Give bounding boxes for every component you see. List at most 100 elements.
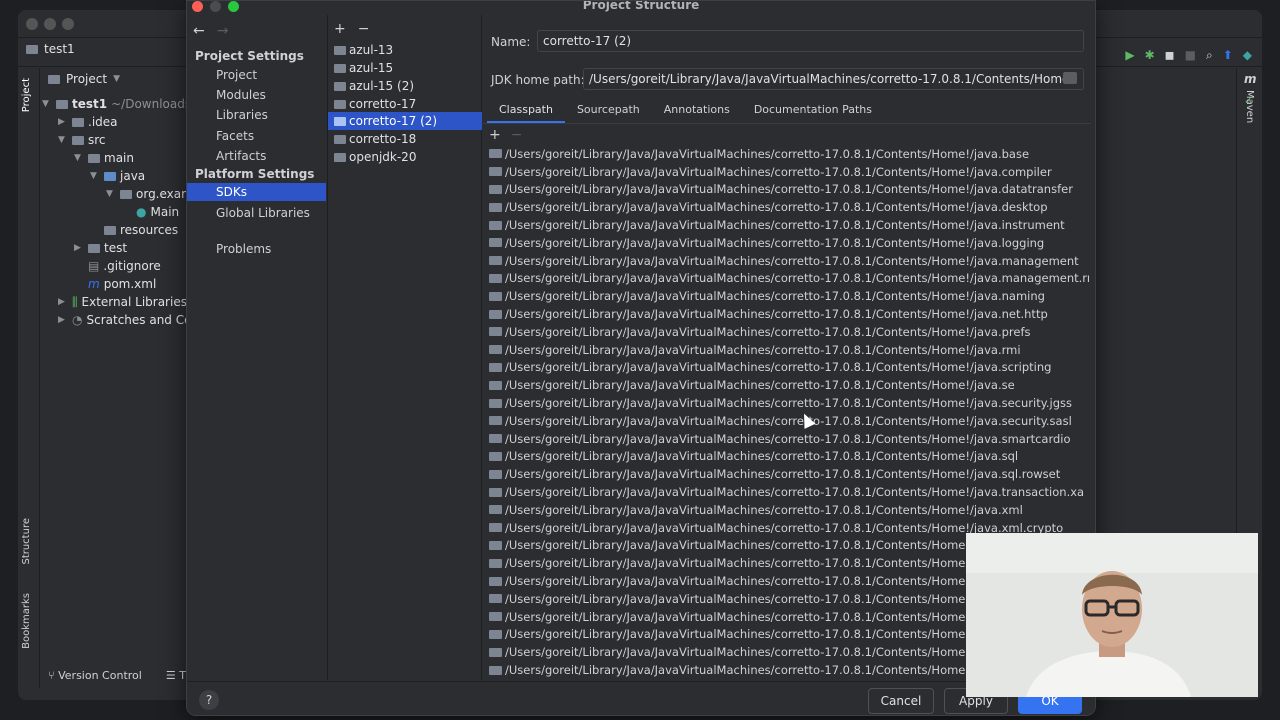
classpath-path: /Users/goreit/Library/Java/JavaVirtualMa…	[505, 218, 1065, 233]
sdk-item-corretto-17-2[interactable]: corretto-17 (2)	[328, 112, 482, 130]
classpath-item[interactable]: /Users/goreit/Library/Java/JavaVirtualMa…	[489, 198, 1089, 216]
classpath-path: /Users/goreit/Library/Java/JavaVirtualMa…	[505, 324, 1031, 339]
classpath-item[interactable]: /Users/goreit/Library/Java/JavaVirtualMa…	[489, 145, 1089, 163]
nav-item-artifacts[interactable]: Artifacts	[187, 147, 326, 165]
tree-item-external-libraries[interactable]: ▶ ⫼ External Libraries	[58, 293, 187, 311]
project-panel-header[interactable]: Project ▼	[40, 68, 208, 90]
sdk-item-azul-15-2[interactable]: azul-15 (2)	[328, 77, 482, 95]
ide-close-dot[interactable]	[26, 18, 38, 30]
classpath-item[interactable]: /Users/goreit/Library/Java/JavaVirtualMa…	[489, 252, 1089, 270]
sdk-item-openjdk-20[interactable]: openjdk-20	[328, 148, 482, 166]
classpath-item[interactable]: /Users/goreit/Library/Java/JavaVirtualMa…	[489, 448, 1089, 466]
presenter-video	[966, 533, 1258, 697]
structure-tool-tab[interactable]: Structure	[21, 518, 32, 565]
sdk-item-azul-15[interactable]: azul-15	[328, 59, 482, 77]
ide-zoom-dot[interactable]	[62, 18, 74, 30]
tree-item-main[interactable]: ▼ main	[74, 149, 134, 167]
tree-item-package[interactable]: ▼ org.exam	[106, 185, 193, 203]
plugin-icon[interactable]: ◆	[1243, 48, 1252, 63]
classpath-item[interactable]: /Users/goreit/Library/Java/JavaVirtualMa…	[489, 359, 1089, 377]
classpath-path: /Users/goreit/Library/Java/JavaVirtualMa…	[505, 556, 1002, 571]
sdk-item-corretto-18[interactable]: corretto-18	[328, 130, 482, 148]
forward-arrow-icon[interactable]: →	[217, 23, 229, 39]
jar-folder-icon	[489, 256, 502, 266]
maven-icon[interactable]: m	[1244, 72, 1257, 86]
project-view-icon	[48, 74, 60, 84]
classpath-path: /Users/goreit/Library/Java/JavaVirtualMa…	[505, 289, 1045, 304]
add-icon[interactable]: +	[334, 21, 346, 37]
coverage-icon[interactable]: ◼	[1165, 48, 1175, 63]
jdk-home-path-field[interactable]: /Users/goreit/Library/Java/JavaVirtualMa…	[583, 68, 1084, 90]
project-structure-dialog: Project Structure ← → Project Settings P…	[186, 0, 1096, 716]
jar-folder-icon	[489, 202, 502, 212]
tab-documentation-paths[interactable]: Documentation Paths	[742, 103, 884, 123]
tree-item-java[interactable]: ▼ java	[90, 167, 145, 185]
sdk-name-field[interactable]: corretto-17 (2)	[537, 30, 1084, 52]
nav-item-project[interactable]: Project	[187, 66, 326, 84]
browse-folder-icon[interactable]	[1063, 72, 1077, 84]
tree-item-scratches[interactable]: ▶ ◔ Scratches and Cons	[58, 311, 205, 329]
tree-item-src[interactable]: ▼ src	[58, 131, 106, 149]
classpath-item[interactable]: /Users/goreit/Library/Java/JavaVirtualMa…	[489, 376, 1089, 394]
add-classpath-icon[interactable]: +	[489, 127, 501, 143]
tab-sourcepath[interactable]: Sourcepath	[565, 103, 652, 123]
classpath-item[interactable]: /Users/goreit/Library/Java/JavaVirtualMa…	[489, 305, 1089, 323]
classpath-item[interactable]: /Users/goreit/Library/Java/JavaVirtualMa…	[489, 341, 1089, 359]
jar-folder-icon	[489, 273, 502, 283]
sdk-folder-icon	[334, 45, 346, 55]
tree-item-test[interactable]: ▶ test	[74, 239, 127, 257]
debug-icon[interactable]: ✱	[1145, 48, 1155, 63]
search-icon[interactable]: ⌕	[1206, 48, 1213, 63]
jar-folder-icon	[489, 612, 502, 622]
chevron-right-icon: ▶	[58, 315, 65, 325]
nav-item-modules[interactable]: Modules	[187, 86, 326, 104]
chevron-down-icon: ▼	[90, 171, 97, 181]
tree-item-root[interactable]: ▼ test1 ~/Downloads/t	[42, 95, 200, 113]
sdk-item-azul-13[interactable]: azul-13	[328, 41, 482, 59]
classpath-item[interactable]: /Users/goreit/Library/Java/JavaVirtualMa…	[489, 163, 1089, 181]
remove-classpath-icon[interactable]: −	[511, 127, 523, 143]
project-tree-panel: Project ▼ ▼ test1 ~/Downloads/t ▶ .idea ▼…	[40, 68, 208, 670]
classpath-item[interactable]: /Users/goreit/Library/Java/JavaVirtualMa…	[489, 234, 1089, 252]
update-icon[interactable]: ⬆	[1223, 48, 1233, 63]
project-switcher[interactable]: test1	[26, 42, 75, 56]
classpath-path: /Users/goreit/Library/Java/JavaVirtualMa…	[505, 307, 1048, 322]
nav-item-problems[interactable]: Problems	[187, 240, 326, 258]
back-arrow-icon[interactable]: ←	[193, 23, 205, 39]
remove-icon[interactable]: −	[358, 21, 370, 37]
project-tool-tab[interactable]: Project	[21, 78, 32, 112]
tab-annotations[interactable]: Annotations	[652, 103, 742, 123]
classpath-item[interactable]: /Users/goreit/Library/Java/JavaVirtualMa…	[489, 483, 1089, 501]
classpath-item[interactable]: /Users/goreit/Library/Java/JavaVirtualMa…	[489, 430, 1089, 448]
tab-classpath[interactable]: Classpath	[487, 103, 565, 123]
nav-item-libraries[interactable]: Libraries	[187, 106, 326, 124]
nav-item-sdks[interactable]: SDKs	[187, 183, 326, 201]
classpath-item[interactable]: /Users/goreit/Library/Java/JavaVirtualMa…	[489, 501, 1089, 519]
tree-item-pom[interactable]: m pom.xml	[88, 275, 156, 293]
classpath-item[interactable]: /Users/goreit/Library/Java/JavaVirtualMa…	[489, 465, 1089, 483]
stop-icon[interactable]: ■	[1185, 48, 1196, 63]
classpath-item[interactable]: /Users/goreit/Library/Java/JavaVirtualMa…	[489, 216, 1089, 234]
sdk-item-corretto-17[interactable]: corretto-17	[328, 95, 482, 113]
classpath-item[interactable]: /Users/goreit/Library/Java/JavaVirtualMa…	[489, 287, 1089, 305]
classpath-item[interactable]: /Users/goreit/Library/Java/JavaVirtualMa…	[489, 412, 1089, 430]
classpath-item[interactable]: /Users/goreit/Library/Java/JavaVirtualMa…	[489, 323, 1089, 341]
run-icon[interactable]: ▶	[1125, 48, 1134, 63]
jar-folder-icon	[489, 665, 502, 675]
version-control-tab[interactable]: ⑂ Version Control	[48, 669, 142, 682]
help-button[interactable]: ?	[199, 690, 219, 710]
ide-minimize-dot[interactable]	[44, 18, 56, 30]
nav-item-global-libraries[interactable]: Global Libraries	[187, 204, 326, 222]
jar-folder-icon	[489, 487, 502, 497]
classpath-item[interactable]: /Users/goreit/Library/Java/JavaVirtualMa…	[489, 181, 1089, 199]
nav-item-facets[interactable]: Facets	[187, 127, 326, 145]
tree-item-resources[interactable]: resources	[104, 221, 178, 239]
bookmarks-tool-tab[interactable]: Bookmarks	[21, 593, 32, 649]
classpath-item[interactable]: /Users/goreit/Library/Java/JavaVirtualMa…	[489, 270, 1089, 288]
tree-item-idea[interactable]: ▶ .idea	[58, 113, 118, 131]
cancel-button[interactable]: Cancel	[868, 688, 934, 714]
tree-item-gitignore[interactable]: ▤ .gitignore	[88, 257, 161, 275]
classpath-item[interactable]: /Users/goreit/Library/Java/JavaVirtualMa…	[489, 394, 1089, 412]
tree-item-main-class[interactable]: ● Main	[136, 203, 179, 221]
classpath-path: /Users/goreit/Library/Java/JavaVirtualMa…	[505, 182, 1073, 197]
